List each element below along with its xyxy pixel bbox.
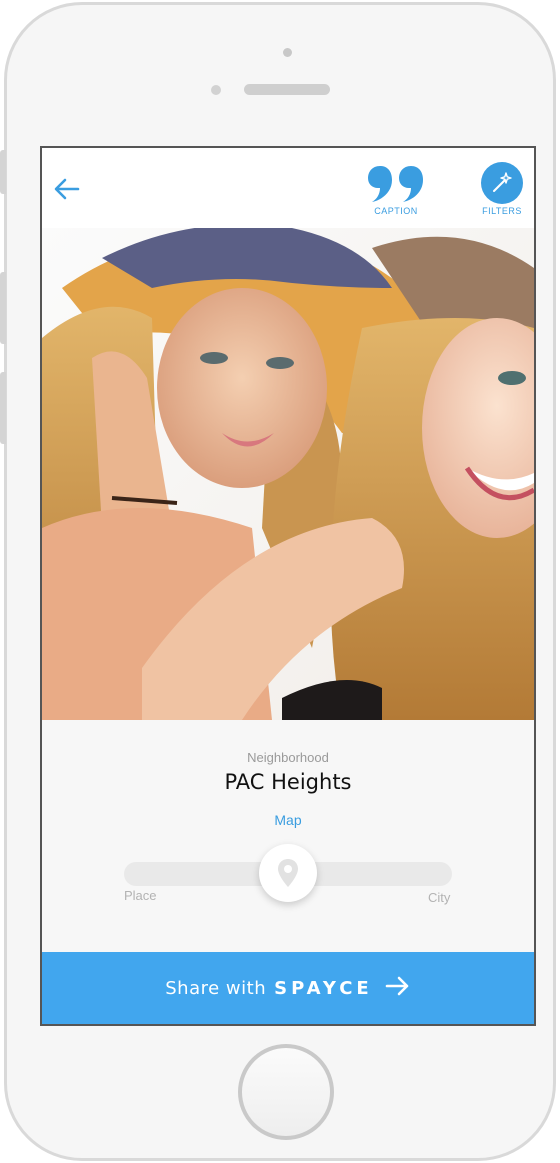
arrow-left-icon <box>54 178 80 200</box>
map-link[interactable]: Map <box>42 812 534 828</box>
filters-circle <box>481 162 523 204</box>
phone-frame: CAPTION FILTERS Neighborhood PAC Heights… <box>4 2 556 1161</box>
earpiece-speaker <box>244 84 330 95</box>
front-camera <box>283 48 292 57</box>
photo-image <box>42 228 534 720</box>
caption-label: CAPTION <box>374 206 418 216</box>
filters-button[interactable]: FILTERS <box>474 162 530 220</box>
volume-up-button <box>0 272 6 344</box>
quote-icon <box>368 166 423 202</box>
selfie-photo <box>42 228 534 720</box>
share-button[interactable]: Share with SPAYCE <box>42 952 534 1024</box>
magic-wand-icon <box>493 172 512 192</box>
slider-max-label: City <box>428 890 451 905</box>
scope-slider-thumb[interactable] <box>259 844 317 902</box>
volume-down-button <box>0 372 6 444</box>
location-name: PAC Heights <box>224 770 352 794</box>
mute-switch <box>0 150 6 194</box>
back-button[interactable] <box>52 176 82 202</box>
location-type-label: Neighborhood <box>247 750 329 765</box>
proximity-sensor <box>211 85 221 95</box>
home-button[interactable] <box>238 1044 334 1140</box>
share-prefix: Share with <box>165 977 267 999</box>
slider-min-label: Place <box>124 888 157 903</box>
location-panel: Neighborhood PAC Heights Map Place City <box>42 720 534 952</box>
arrow-right-icon <box>385 976 411 1000</box>
location-pin-icon <box>278 859 298 887</box>
app-screen: CAPTION FILTERS Neighborhood PAC Heights… <box>40 146 536 1026</box>
top-bar: CAPTION FILTERS <box>42 148 534 228</box>
share-brand: SPAYCE <box>274 977 373 999</box>
filters-label: FILTERS <box>482 206 522 216</box>
caption-button[interactable]: CAPTION <box>364 162 428 220</box>
